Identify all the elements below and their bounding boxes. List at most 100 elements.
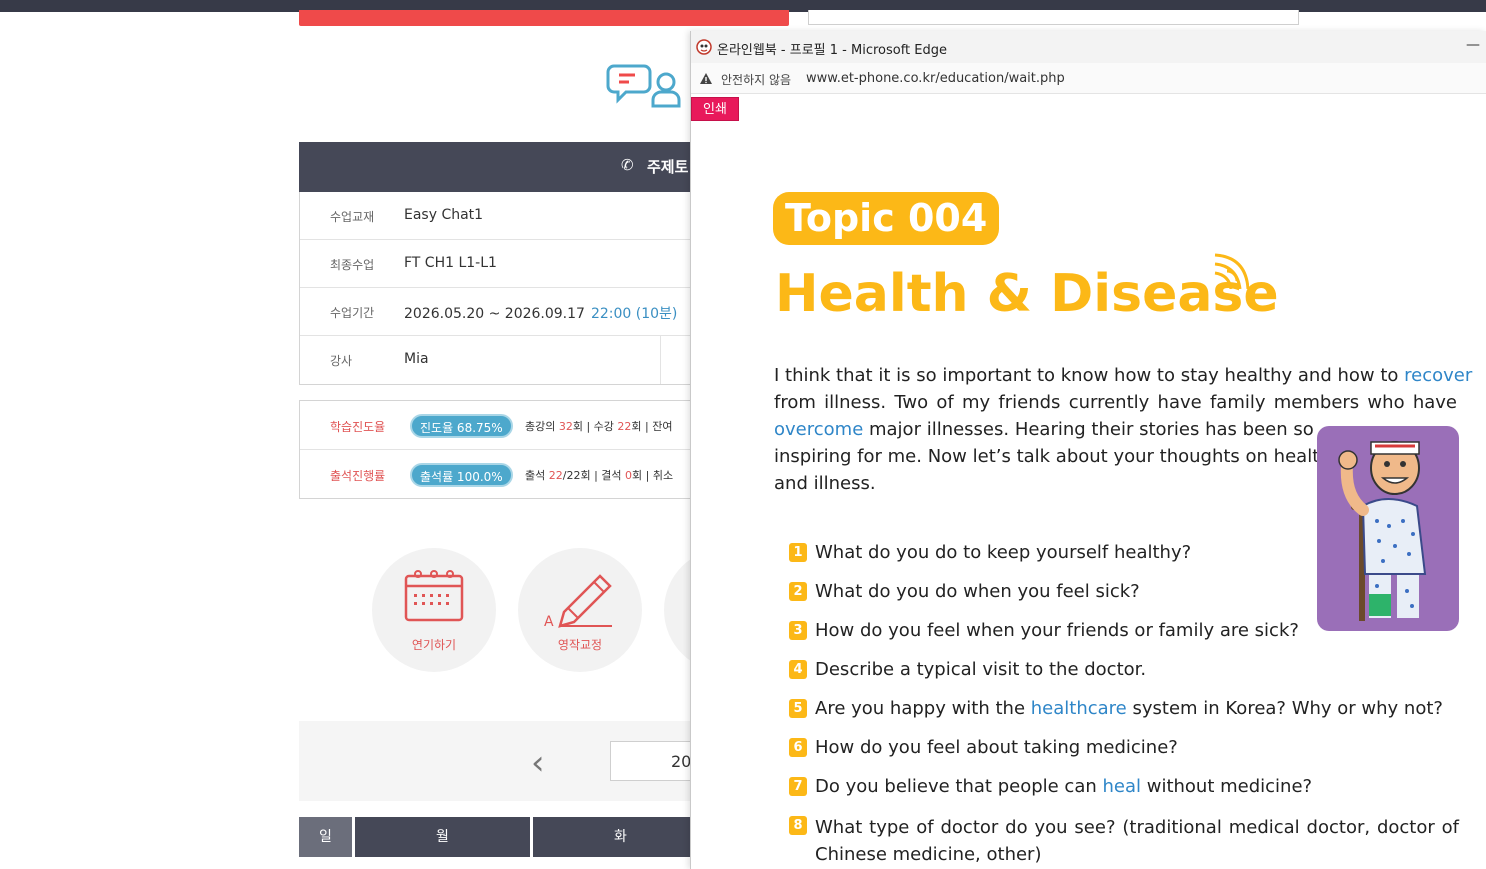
calendar-day-sun: 일 [299,817,352,857]
keyword-heal: heal [1102,776,1141,797]
info-label: 최종수업 [330,258,375,272]
info-value: FT CH1 L1-L1 [404,255,497,271]
progress-box: 학습진도율 진도율 68.75% 총강의 32회 | 수강 22회 | 잔여 출… [299,400,699,499]
question-part: What type of doctor do you see? (traditi… [815,817,1459,865]
calendar-icon [404,570,464,622]
question-text: How do you feel about taking medicine? [815,736,1178,760]
class-time: 22:00 (10분) [590,306,678,322]
topic-badge: Topic 004 [773,192,1000,245]
app-logo-icon [696,39,712,55]
question-part: What do you do to keep yourself healthy? [815,542,1192,563]
chat-bubble-icon [606,64,681,108]
keyword-recover: recover [1404,365,1473,386]
signal-waves-icon [1214,253,1249,289]
course-info-table: 수업교재 Easy Chat1 최종수업 FT CH1 L1-L1 수업기간 2… [299,192,699,385]
question-text: What type of doctor do you see? (traditi… [815,814,1459,868]
address-bar[interactable]: 안전하지 않음 www.et-phone.co.kr/education/wai… [691,63,1486,94]
info-value: Mia [404,351,429,367]
warning-icon[interactable] [699,72,713,85]
svg-text:A: A [544,614,554,628]
question-part: system in Korea? Why or why not? [1126,698,1443,719]
info-value: Easy Chat1 [404,207,484,223]
progress-label: 출석진행률 [330,469,386,483]
chevron-left-icon[interactable]: ‹ [531,743,545,783]
question-number: 8 [789,816,807,835]
edge-popup-window: 온라인웹북 - 프로필 1 - Microsoft Edge — 안전하지 않음… [690,31,1486,869]
keyword-healthcare: healthcare [1030,698,1127,719]
writing-correction-button[interactable]: A 영작교정 [518,548,642,672]
question-list: 1 What do you do to keep yourself health… [789,541,1461,865]
pencil-icon: A [544,574,612,628]
intro-text: major illnesses. Hearing their stories h… [863,419,1314,440]
calendar-nav: ‹ 20 [299,721,710,801]
question-text: What do you do to keep yourself healthy? [815,541,1191,565]
info-label: 강사 [330,354,353,368]
question-number: 6 [789,738,807,757]
progress-detail: 총강의 32회 | 수강 22회 | 잔여 [525,418,672,434]
cell-divider [660,336,661,384]
consult-icons [606,62,690,110]
postpone-label: 연기하기 [411,638,457,652]
detail-text: 총강의 [525,420,559,433]
progress-badge: 출석률 100.0% [410,463,513,487]
question-part: Do you believe that people can [815,776,1103,797]
info-label: 수업기간 [330,306,375,320]
course-header-title: 주제토 [647,158,689,176]
writing-correction-label: 영작교정 [557,638,603,652]
question-number: 2 [789,582,807,601]
info-value: 2026.05.20 ~ 2026.09.17 22:00 (10분) [404,303,677,323]
url-text[interactable]: www.et-phone.co.kr/education/wait.php [806,71,1065,86]
question-item: 6 How do you feel about taking medicine? [789,736,1461,775]
progress-badge: 진도율 68.75% [410,414,513,438]
question-part: What do you do when you feel sick? [815,581,1140,602]
window-title: 온라인웹북 - 프로필 1 - Microsoft Edge [717,43,948,58]
minimize-button[interactable]: — [1466,37,1480,53]
question-item: 4 Describe a typical visit to the doctor… [789,658,1461,697]
question-text: Describe a typical visit to the doctor. [815,658,1146,682]
question-number: 1 [789,543,807,562]
detail-text: 회 | 수강 [572,420,618,433]
intro-text: I think that it is so important to know … [774,365,1405,386]
question-item: 2 What do you do when you feel sick? [789,580,1461,619]
info-label: 수업교재 [330,210,375,224]
question-item: 1 What do you do to keep yourself health… [789,541,1461,580]
calendar-day-tue: 화 [533,817,708,857]
period-dates: 2026.05.20 ~ 2026.09.17 [404,306,585,322]
question-part: Describe a typical visit to the doctor. [815,659,1147,680]
intro-line: I think that it is so important to know … [774,362,1472,389]
question-text: Do you believe that people can heal with… [815,775,1312,799]
course-header: ✆ 주제토 [299,142,699,192]
question-part: without medicine? [1141,776,1313,797]
red-action-button[interactable] [299,10,789,26]
progress-row-learning: 학습진도율 진도율 68.75% 총강의 32회 | 수강 22회 | 잔여 [300,401,698,450]
calendar-day-mon: 월 [355,817,530,857]
detail-text: 출석 [525,469,549,482]
question-number: 5 [789,699,807,718]
postpone-button[interactable]: 연기하기 [372,548,496,672]
phone-icon: ✆ [621,156,634,174]
question-item: 7 Do you believe that people can heal wi… [789,775,1461,814]
detail-text: 회 | 취소 [632,469,674,482]
question-part: Are you happy with the [815,698,1031,719]
question-text: Are you happy with the healthcare system… [815,697,1443,721]
security-status[interactable]: 안전하지 않음 [721,71,791,88]
print-button[interactable]: 인쇄 [691,97,739,121]
page-title: Health & Disease [775,264,1279,324]
window-titlebar[interactable]: 온라인웹북 - 프로필 1 - Microsoft Edge — [691,31,1486,63]
top-input-field[interactable] [808,10,1299,25]
question-item: 8 What type of doctor do you see? (tradi… [789,814,1461,865]
question-text: How do you feel when your friends or fam… [815,619,1299,643]
question-number: 3 [789,621,807,640]
question-text: What do you do when you feel sick? [815,580,1140,604]
question-number: 7 [789,777,807,796]
progress-label: 학습진도율 [330,420,386,434]
keyword-overcome: overcome [774,419,864,440]
info-row-last-class: 최종수업 FT CH1 L1-L1 [300,240,698,288]
question-item: 5 Are you happy with the healthcare syst… [789,697,1461,736]
question-item: 3 How do you feel when your friends or f… [789,619,1461,658]
detail-text: /22회 | 결석 [562,469,626,482]
progress-detail: 출석 22/22회 | 결석 0회 | 취소 [525,467,673,483]
detail-text: 회 | 잔여 [631,420,673,433]
info-row-teacher: 강사 Mia [300,336,698,384]
detail-number: 22 [548,469,563,482]
